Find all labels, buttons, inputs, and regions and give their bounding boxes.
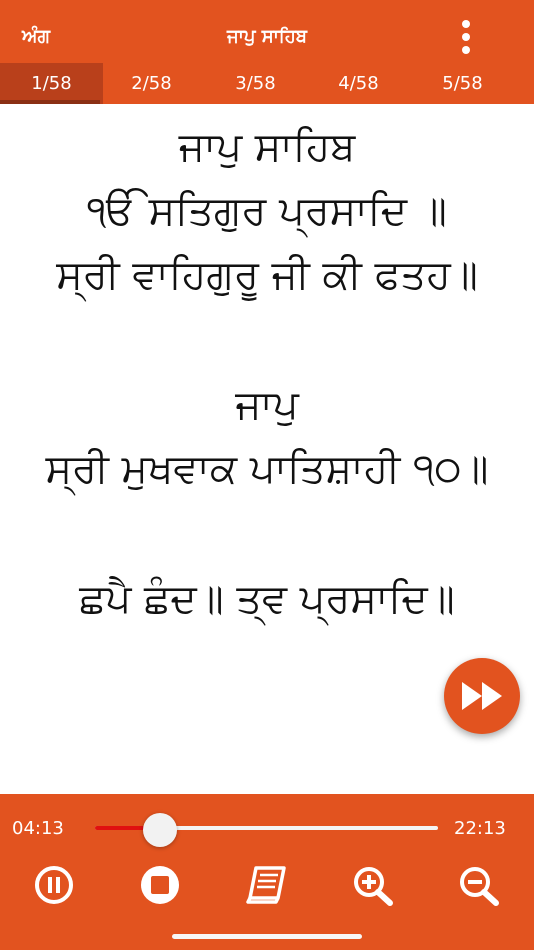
total-time: 22:13	[454, 818, 506, 839]
tab-3[interactable]: 3/58	[204, 63, 307, 104]
zoom-out-icon	[460, 867, 499, 906]
fast-forward-button[interactable]	[444, 658, 520, 734]
book-button[interactable]	[242, 864, 290, 906]
app-header: ਅੰਗ ਜਾਪੁ ਸਾਹਿਬ 1/58 2/58 3/58 4/58 5/58	[0, 0, 534, 104]
fast-forward-icon	[462, 682, 502, 710]
elapsed-time: 04:13	[12, 818, 64, 839]
tab-4[interactable]: 4/58	[307, 63, 410, 104]
zoom-in-button[interactable]	[348, 864, 396, 906]
zoom-in-icon	[354, 867, 393, 906]
text-line: ਸ੍ਰੀ ਮੁਖਵਾਕ ਪਾਤਿਸ਼ਾਹੀ ੧੦॥	[45, 446, 489, 492]
pause-button[interactable]	[30, 864, 78, 906]
tab-2[interactable]: 2/58	[100, 63, 203, 104]
text-line: ਛਪੈ ਛੰਦ॥ ਤ੍ਵ ਪ੍ਰਸਾਦਿ॥	[79, 576, 455, 622]
stop-icon	[141, 866, 179, 904]
stop-button[interactable]	[136, 864, 184, 906]
page-title: ਜਾਪੁ ਸਾਹਿਬ	[227, 26, 307, 47]
text-line: ਜਾਪੁ ਸਾਹਿਬ	[178, 124, 356, 170]
pause-icon	[35, 866, 73, 904]
home-indicator	[172, 934, 362, 939]
page-tabs: 1/58 2/58 3/58 4/58 5/58	[0, 63, 534, 104]
text-line: ਸ੍ਰੀ ਵਾਹਿਗੁਰੂ ਜੀ ਕੀ ਫਤਹ॥	[56, 252, 478, 298]
text-line: ਜਾਪੁ	[235, 382, 299, 428]
audio-player: 04:13 22:13	[0, 794, 534, 950]
text-line: ੴ ਸਤਿਗੁਰ ਪ੍ਰਸਾਦਿ ॥	[87, 188, 447, 234]
more-vertical-icon[interactable]	[455, 20, 477, 54]
tab-1[interactable]: 1/58	[0, 63, 103, 104]
zoom-out-button[interactable]	[454, 864, 502, 906]
book-icon	[246, 866, 286, 904]
tab-5[interactable]: 5/58	[411, 63, 514, 104]
seek-thumb[interactable]	[143, 813, 178, 847]
